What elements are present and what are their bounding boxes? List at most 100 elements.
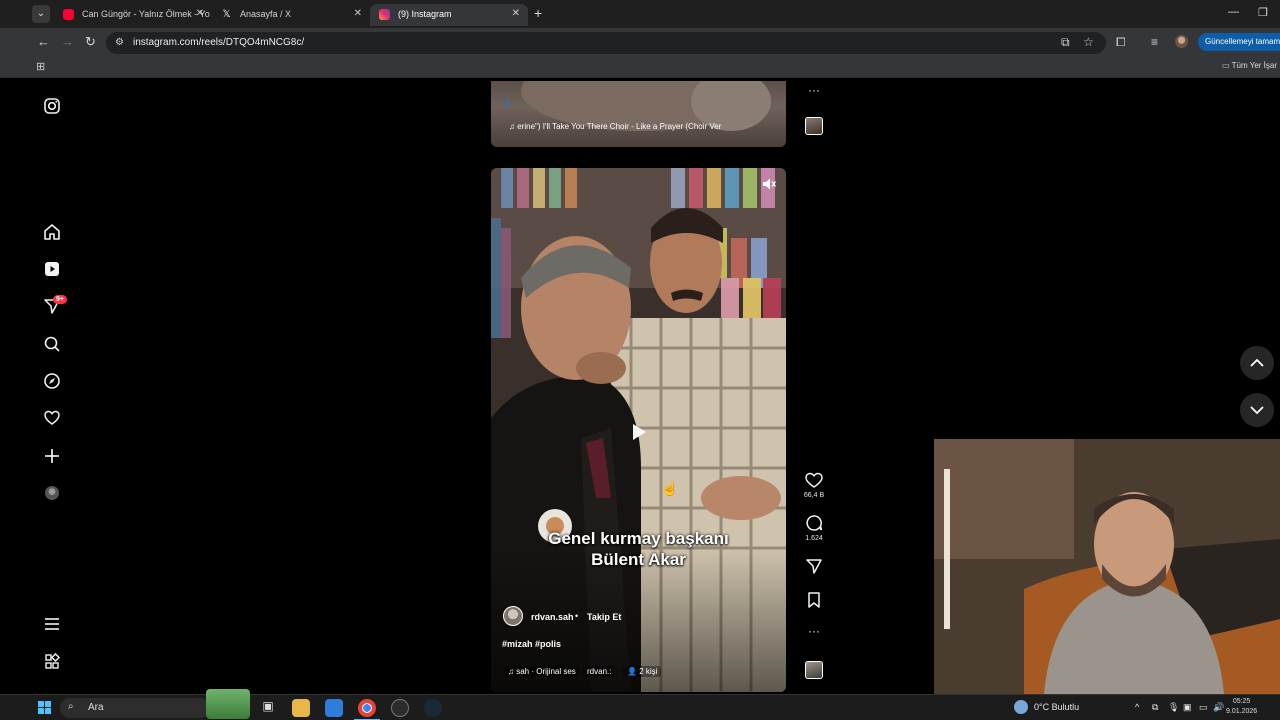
forward-icon[interactable]: → — [61, 34, 74, 49]
follow-button[interactable]: Takip Et — [587, 612, 621, 622]
clock[interactable]: 05:25 9.01.2026 — [1226, 697, 1257, 717]
people-tag-pill[interactable]: 👤 2 kişi — [623, 666, 662, 677]
install-app-icon[interactable]: ⧉ — [1061, 35, 1070, 50]
more-options-icon[interactable]: ··· — [804, 624, 824, 638]
weather-text[interactable]: 0°C Bulutlu — [1034, 702, 1079, 712]
more-options-icon[interactable]: ··· — [804, 83, 824, 97]
tab-search-icon[interactable]: ⌄ — [32, 5, 50, 23]
notification-badge: 9+ — [53, 295, 67, 304]
caption-line-2: Bülent Akar — [591, 550, 686, 569]
like-heart-icon[interactable] — [804, 471, 824, 489]
audio-thumbnail[interactable] — [805, 661, 823, 679]
menu-hamburger-icon[interactable] — [42, 614, 62, 634]
reel-video[interactable]: Genel kurmay başkanı Bülent Akar rdvan.s… — [491, 168, 786, 692]
audio-label: sah · Orijinal ses — [516, 667, 576, 676]
app-icon[interactable] — [391, 699, 409, 717]
save-bookmark-icon[interactable] — [804, 591, 824, 609]
previous-audio-thumbnail[interactable] — [805, 117, 823, 135]
tray-icon[interactable]: ⧉ — [1152, 702, 1158, 713]
share-send-icon[interactable] — [804, 557, 824, 575]
chevron-up-icon — [1250, 358, 1264, 367]
profile-avatar[interactable] — [1175, 35, 1188, 48]
all-bookmarks[interactable]: ▭ Tüm Yer İşar — [1222, 61, 1277, 70]
clock-date: 9.01.2026 — [1226, 708, 1258, 715]
previous-reel[interactable]: ♫ erine") I'll Take You There Choir - Li… — [491, 81, 786, 147]
minimize-icon[interactable]: — — [1228, 6, 1239, 18]
webcam-frame — [934, 439, 1280, 694]
author-avatar[interactable] — [503, 606, 523, 626]
webcam-overlay — [934, 439, 1280, 694]
like-count: 66,4 B — [803, 492, 825, 499]
browser-toolbar: ← → ↻ ⚙ instagram.com/reels/DTQO4mNCG8c/… — [0, 28, 1280, 56]
play-icon[interactable] — [631, 423, 647, 441]
weather-icon[interactable] — [1014, 700, 1028, 714]
microphone-icon[interactable]: 🎙 — [1168, 702, 1179, 713]
windows-taskbar: ⌕ Ara ▣ 0°C Bulutlu ^ ⧉ 🎙 ▣ ▭ 🔊 05:25 9.… — [0, 689, 1280, 720]
clock-time: 05:25 — [1232, 698, 1251, 705]
back-icon[interactable]: ← — [37, 34, 50, 49]
profile-avatar-sidebar[interactable] — [45, 486, 59, 500]
task-view-icon[interactable]: ▣ — [259, 699, 277, 717]
tab-strip: ⌄ Can Güngör - Yalnız Ölmek - Yo ✕ 𝕏 Ana… — [0, 0, 1280, 28]
windows-start-icon[interactable] — [38, 701, 51, 714]
instagram-favicon-icon — [379, 9, 390, 20]
tab-title: Anasayfa / X — [240, 9, 292, 19]
close-tab-icon[interactable]: ✕ — [512, 4, 520, 24]
tray-app-icon[interactable]: ▣ — [1183, 702, 1192, 713]
mute-icon[interactable] — [762, 177, 776, 191]
audio-pill[interactable]: ♫ sah · Orijinal ses — [504, 666, 580, 677]
new-tab-icon[interactable]: + — [534, 5, 542, 21]
site-info-icon[interactable]: ⚙ — [115, 37, 124, 48]
reload-icon[interactable]: ↻ — [85, 34, 96, 50]
all-bookmarks-label: Tüm Yer İşar — [1231, 61, 1277, 70]
previous-reel-frame — [503, 81, 771, 131]
hashtags[interactable]: #mizah #polis — [502, 639, 561, 649]
tab-x[interactable]: 𝕏 Anasayfa / X ✕ — [212, 4, 370, 26]
meta-apps-icon[interactable] — [42, 652, 62, 672]
bookmark-star-icon[interactable]: ☆ — [1083, 35, 1094, 49]
previous-reel-button[interactable] — [1240, 346, 1274, 380]
previous-reel-audio[interactable]: ♫ erine") I'll Take You There Choir - Li… — [509, 122, 721, 131]
audio-user-label: rdvan.: — [587, 667, 612, 676]
tab-instagram[interactable]: (9) Instagram ✕ — [370, 4, 528, 26]
chevron-down-icon — [1250, 406, 1264, 415]
tab-title: Can Güngör - Yalnız Ölmek - Yo — [82, 9, 210, 19]
close-tab-icon[interactable]: ✕ — [354, 4, 362, 24]
close-tab-icon[interactable]: ✕ — [196, 4, 204, 24]
apps-grid-icon[interactable]: ⊞ — [36, 60, 45, 73]
separator-dot: • — [575, 611, 579, 621]
bookmarks-bar: ⊞ ▭ Tüm Yer İşar — [0, 56, 1280, 78]
create-plus-icon[interactable] — [42, 446, 62, 466]
hand-cursor-icon: ☝ — [661, 480, 679, 496]
audio-user-pill[interactable]: rdvan.: — [583, 666, 616, 677]
mail-app-icon[interactable] — [325, 699, 343, 717]
maximize-icon[interactable]: ❐ — [1258, 6, 1268, 19]
extensions-icon[interactable]: ⧠ — [1116, 35, 1126, 50]
caption-line-1: Genel kurmay başkanı — [548, 529, 729, 548]
previous-reel-audio-label: erine") I'll Take You There Choir - Like… — [517, 122, 722, 131]
heart-icon[interactable] — [42, 408, 62, 428]
home-icon[interactable] — [42, 222, 62, 242]
search-icon: ⌕ — [68, 701, 74, 712]
explore-icon[interactable] — [42, 371, 62, 391]
file-explorer-icon[interactable] — [292, 699, 310, 717]
instagram-logo-icon[interactable] — [42, 96, 62, 116]
search-icon[interactable] — [42, 334, 62, 354]
comment-icon[interactable] — [804, 514, 824, 532]
chrome-icon[interactable] — [358, 699, 376, 717]
comment-count: 1.624 — [805, 535, 823, 542]
author-username[interactable]: rdvan.sah — [531, 612, 574, 622]
widget-icon[interactable] — [206, 689, 250, 719]
reels-icon[interactable] — [42, 259, 62, 279]
next-reel-button[interactable] — [1240, 393, 1274, 427]
tab-search-list-icon[interactable]: ≡ — [1151, 35, 1158, 49]
tray-chevron-up-icon[interactable]: ^ — [1135, 702, 1139, 712]
taskbar-search[interactable]: ⌕ Ara — [60, 698, 210, 718]
volume-icon[interactable]: 🔊 — [1213, 702, 1224, 713]
address-bar[interactable]: ⚙ instagram.com/reels/DTQO4mNCG8c/ — [106, 32, 1106, 54]
steam-icon[interactable] — [424, 699, 442, 717]
network-icon[interactable]: ▭ — [1199, 702, 1208, 713]
tab-youtube[interactable]: Can Güngör - Yalnız Ölmek - Yo ✕ — [54, 4, 212, 26]
tab-title: (9) Instagram — [398, 9, 452, 19]
update-button[interactable]: Güncellemeyi tamamla — [1198, 33, 1280, 51]
